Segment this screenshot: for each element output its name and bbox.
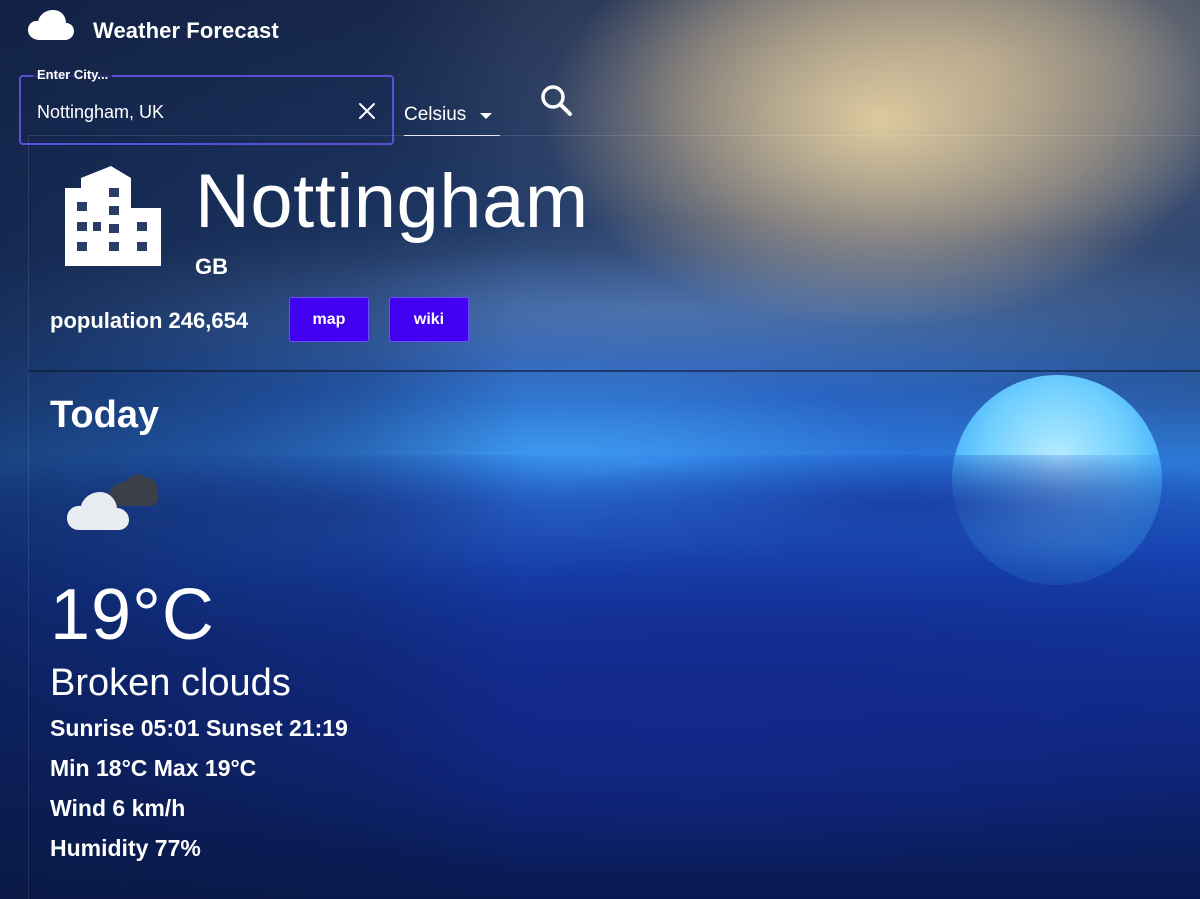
map-button[interactable]: map [289,297,369,342]
wiki-button[interactable]: wiki [389,297,469,342]
country-code: GB [195,254,228,279]
search-icon[interactable] [536,80,578,122]
wind-speed: Wind 6 km/h [50,795,186,821]
chevron-down-icon [480,113,492,119]
city-field-label: Enter City... [33,67,113,82]
city-input[interactable] [37,99,337,125]
unit-select[interactable]: Celsius [404,100,500,136]
today-card: Today 19°C Broken clouds Sunrise 05:01 S… [28,374,1200,899]
app-bar: Weather Forecast [0,0,1200,64]
population-text: population 246,654 [50,308,249,333]
humidity: Humidity 77% [50,835,201,861]
today-title: Today [50,394,160,436]
temperature: 19°C [50,575,215,655]
unit-value: Celsius [404,104,467,125]
sunrise-sunset: Sunrise 05:01 Sunset 21:19 [50,715,348,741]
cloud-icon [28,10,74,40]
broken-clouds-icon [67,474,159,530]
building-icon [65,166,161,266]
app-title: Weather Forecast [93,18,279,43]
city-card: Nottingham GB population 246,654 map wik… [28,135,1200,372]
min-max-temperature: Min 18°C Max 19°C [50,755,257,781]
close-icon[interactable] [357,101,377,121]
weather-description: Broken clouds [50,662,291,704]
city-name: Nottingham [195,159,589,244]
